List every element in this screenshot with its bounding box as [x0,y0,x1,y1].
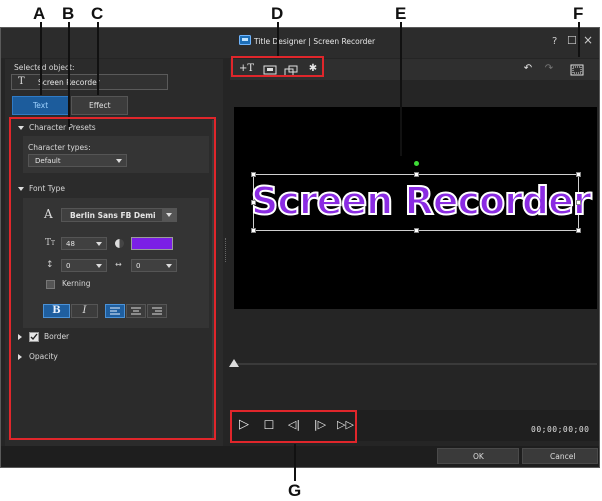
window-title: Title Designer | Screen Recorder [254,37,376,46]
callout-g: G [288,481,302,500]
tab-text[interactable]: Text [12,96,69,115]
callout-a: A [33,4,46,23]
callout-line-b [68,22,70,127]
selected-object-label: Selected object: [14,63,75,72]
resize-handle[interactable] [251,228,256,233]
title-bar: Title Designer | Screen Recorder ? ☐ × [1,28,599,58]
resize-handle[interactable] [576,200,581,205]
timeline-track[interactable] [234,363,597,365]
callout-b: B [62,4,75,23]
undo-icon[interactable]: ↶ [521,62,535,76]
preview-text[interactable]: Screen Recorder [250,179,593,223]
callout-line-a [40,22,42,95]
callout-line-e [400,22,402,156]
callout-line-f [578,22,580,57]
resize-handle[interactable] [251,172,256,177]
cancel-label: Cancel [550,452,576,461]
maximize-button[interactable]: ☐ [567,34,577,47]
callout-line-c [97,22,99,95]
text-glyph-icon: T [18,76,25,87]
callout-c: C [91,4,104,23]
ok-label: OK [473,452,484,461]
help-button[interactable]: ? [552,36,557,47]
timecode-display[interactable]: 00;00;00;00 [531,425,589,434]
resize-handle[interactable] [251,200,256,205]
panel-splitter[interactable] [225,238,228,262]
ok-button[interactable]: OK [437,448,519,464]
tab-text-label: Text [33,101,49,110]
callout-line-g [294,444,296,481]
resize-handle[interactable] [414,228,419,233]
zoom-fit-icon[interactable] [570,64,584,76]
resize-handle[interactable] [414,172,419,177]
redo-icon[interactable]: ↷ [542,62,556,76]
rotate-handle[interactable] [414,161,419,166]
callout-line-d [277,22,279,58]
cancel-button[interactable]: Cancel [522,448,598,464]
resize-handle[interactable] [576,228,581,233]
resize-handle[interactable] [576,172,581,177]
close-button[interactable]: × [583,33,593,47]
playhead-icon[interactable] [229,359,239,367]
callout-d: D [271,4,284,23]
tab-effect[interactable]: Effect [71,96,128,115]
app-icon [239,35,251,45]
callout-e: E [395,4,407,23]
tab-effect-label: Effect [89,101,111,110]
highlight-left-panel [9,117,216,440]
callout-f: F [573,4,584,23]
highlight-playback-controls [230,410,357,443]
selected-object-field[interactable]: T Screen Recorder [11,74,168,90]
highlight-toolbar-tools [231,56,324,77]
